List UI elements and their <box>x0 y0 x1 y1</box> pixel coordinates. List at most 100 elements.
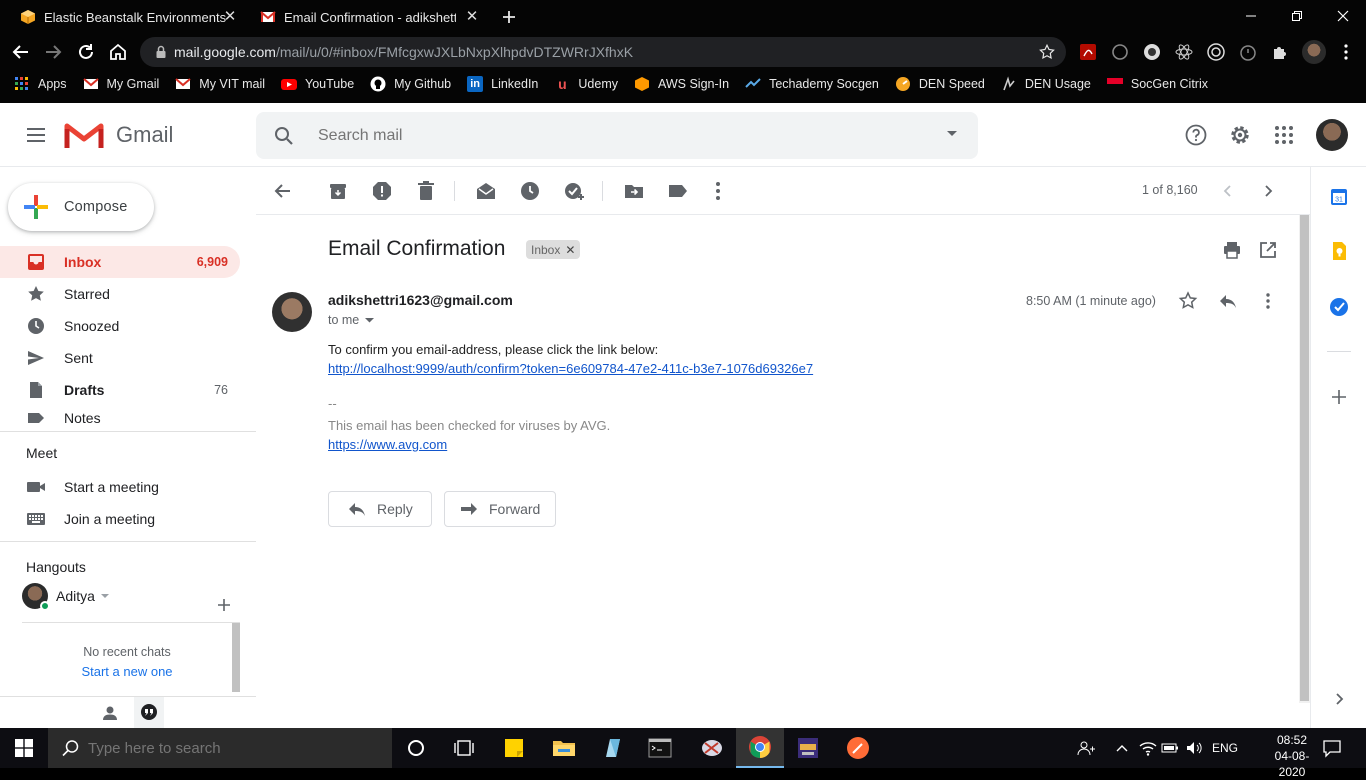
chrome-menu-icon[interactable] <box>1336 42 1356 62</box>
search-input[interactable] <box>318 126 918 145</box>
scrollbar-thumb[interactable] <box>1300 215 1309 701</box>
taskbar-search-box[interactable] <box>48 728 392 768</box>
sidebar-item-sent[interactable]: Sent <box>0 342 240 374</box>
join-meeting-item[interactable]: Join a meeting <box>0 503 240 535</box>
open-in-new-window-icon[interactable] <box>1258 240 1278 260</box>
home-icon[interactable] <box>107 41 129 63</box>
sticky-notes-icon[interactable] <box>490 728 538 768</box>
reply-button[interactable]: Reply <box>328 491 432 527</box>
google-apps-icon[interactable] <box>1272 123 1296 147</box>
system-clock[interactable]: 08:52 04-08-2020 <box>1262 732 1322 780</box>
address-bar[interactable]: mail.google.com/mail/u/0/#inbox/FMfcgxwJ… <box>140 37 1066 67</box>
snooze-clock-icon[interactable] <box>518 179 542 203</box>
sidebar-item-snoozed[interactable]: Snoozed <box>0 310 240 342</box>
print-icon[interactable] <box>1222 240 1242 260</box>
tab-email-confirmation[interactable]: Email Confirmation - adikshettri1 ✕ <box>240 0 490 34</box>
help-icon[interactable] <box>1184 123 1208 147</box>
minimize-icon[interactable] <box>1228 0 1274 32</box>
older-chevron-right-icon[interactable] <box>1256 179 1280 203</box>
newer-chevron-left-icon[interactable] <box>1216 179 1240 203</box>
postman-icon[interactable] <box>834 728 882 768</box>
action-center-notification-icon[interactable] <box>1322 738 1342 758</box>
recipient-line[interactable]: to me <box>328 313 375 327</box>
profile-avatar-icon[interactable] <box>1302 40 1326 64</box>
sender-email[interactable]: adikshettri1623@gmail.com <box>328 292 513 308</box>
compose-button[interactable]: Compose <box>8 183 154 231</box>
bookmark-linkedin[interactable]: in LinkedIn <box>467 76 538 92</box>
google-calendar-icon[interactable]: 31 <box>1329 187 1349 207</box>
google-tasks-icon[interactable] <box>1329 297 1349 317</box>
close-tab-icon[interactable]: ✕ <box>222 9 238 25</box>
restore-icon[interactable] <box>1274 0 1320 32</box>
sidebar-item-drafts[interactable]: Drafts 76 <box>0 374 240 406</box>
ide-app-icon[interactable] <box>784 728 832 768</box>
battery-icon[interactable] <box>1160 738 1180 758</box>
taskbar-search-input[interactable] <box>88 739 388 757</box>
bookmark-den-speed[interactable]: DEN Speed <box>895 76 985 92</box>
star-message-icon[interactable] <box>1178 291 1198 311</box>
sidebar-item-notes[interactable]: Notes <box>0 406 240 430</box>
main-menu-icon[interactable] <box>24 123 48 147</box>
close-window-icon[interactable] <box>1320 0 1366 32</box>
target-extension-icon[interactable] <box>1206 42 1226 62</box>
move-to-icon[interactable] <box>622 179 646 203</box>
report-spam-icon[interactable] <box>370 179 394 203</box>
bookmark-den-usage[interactable]: DEN Usage <box>1001 76 1091 92</box>
new-tab-plus-icon[interactable] <box>500 8 518 26</box>
search-options-caret-icon[interactable] <box>946 130 958 138</box>
forward-button[interactable]: Forward <box>444 491 556 527</box>
sender-avatar[interactable] <box>272 292 312 332</box>
labels-icon[interactable] <box>666 179 690 203</box>
google-keep-icon[interactable] <box>1329 241 1349 261</box>
wifi-icon[interactable] <box>1138 738 1158 758</box>
bookmark-my-vit-mail[interactable]: My VIT mail <box>175 76 265 92</box>
bookmark-udemy[interactable]: u Udemy <box>554 76 618 92</box>
bookmark-socgen-citrix[interactable]: SocGen Citrix <box>1106 76 1208 92</box>
settings-gear-icon[interactable] <box>1228 123 1252 147</box>
close-tab-icon[interactable]: ✕ <box>464 9 480 25</box>
archive-icon[interactable] <box>326 179 350 203</box>
chrome-taskbar-icon[interactable] <box>736 728 784 768</box>
back-arrow-icon[interactable] <box>10 41 32 63</box>
start-new-chat-link[interactable]: Start a new one <box>22 664 232 679</box>
more-options-vertical-icon[interactable] <box>706 179 730 203</box>
app-crystal-icon[interactable] <box>588 728 636 768</box>
bookmark-apps[interactable]: Apps <box>14 76 67 92</box>
hangouts-scrollbar[interactable] <box>232 623 240 692</box>
sidebar-item-inbox[interactable]: Inbox 6,909 <box>0 246 240 278</box>
bookmark-my-gmail[interactable]: My Gmail <box>82 76 159 92</box>
extension-circle-icon[interactable] <box>1110 42 1130 62</box>
reload-icon[interactable] <box>75 41 97 63</box>
back-to-inbox-icon[interactable] <box>270 179 294 203</box>
forward-arrow-icon[interactable] <box>42 41 64 63</box>
cortana-circle-icon[interactable] <box>392 728 440 768</box>
terminal-icon[interactable] <box>636 728 684 768</box>
expand-panel-chevron-icon[interactable] <box>1329 689 1349 709</box>
get-addons-plus-icon[interactable] <box>1329 387 1349 407</box>
account-avatar[interactable] <box>1316 119 1348 151</box>
timer-extension-icon[interactable] <box>1238 42 1258 62</box>
message-more-options-icon[interactable] <box>1258 291 1278 311</box>
bookmark-aws-signin[interactable]: AWS Sign-In <box>634 76 729 92</box>
task-view-icon[interactable] <box>440 728 488 768</box>
remove-label-icon[interactable]: ✕ <box>565 243 575 257</box>
reply-arrow-icon[interactable] <box>1218 291 1238 311</box>
search-bar[interactable] <box>256 112 978 159</box>
new-conversation-plus-icon[interactable] <box>214 595 234 615</box>
sidebar-item-starred[interactable]: Starred <box>0 278 240 310</box>
gmail-logo[interactable]: Gmail <box>64 120 173 150</box>
bookmark-github[interactable]: My Github <box>370 76 451 92</box>
contacts-person-icon[interactable] <box>100 703 120 723</box>
bookmark-youtube[interactable]: YouTube <box>281 76 354 92</box>
react-devtools-icon[interactable] <box>1174 42 1194 62</box>
file-explorer-icon[interactable] <box>540 728 588 768</box>
bookmark-star-icon[interactable] <box>1038 43 1056 61</box>
windows-start-icon[interactable] <box>0 728 48 768</box>
mark-unread-icon[interactable] <box>474 179 498 203</box>
input-language[interactable]: ENG <box>1212 741 1238 755</box>
people-icon[interactable] <box>1076 738 1096 758</box>
hangouts-chat-icon[interactable] <box>134 697 164 729</box>
bookmark-techademy[interactable]: Techademy Socgen <box>745 76 879 92</box>
volume-icon[interactable] <box>1184 738 1204 758</box>
hangouts-user-selector[interactable]: Aditya <box>22 583 109 611</box>
